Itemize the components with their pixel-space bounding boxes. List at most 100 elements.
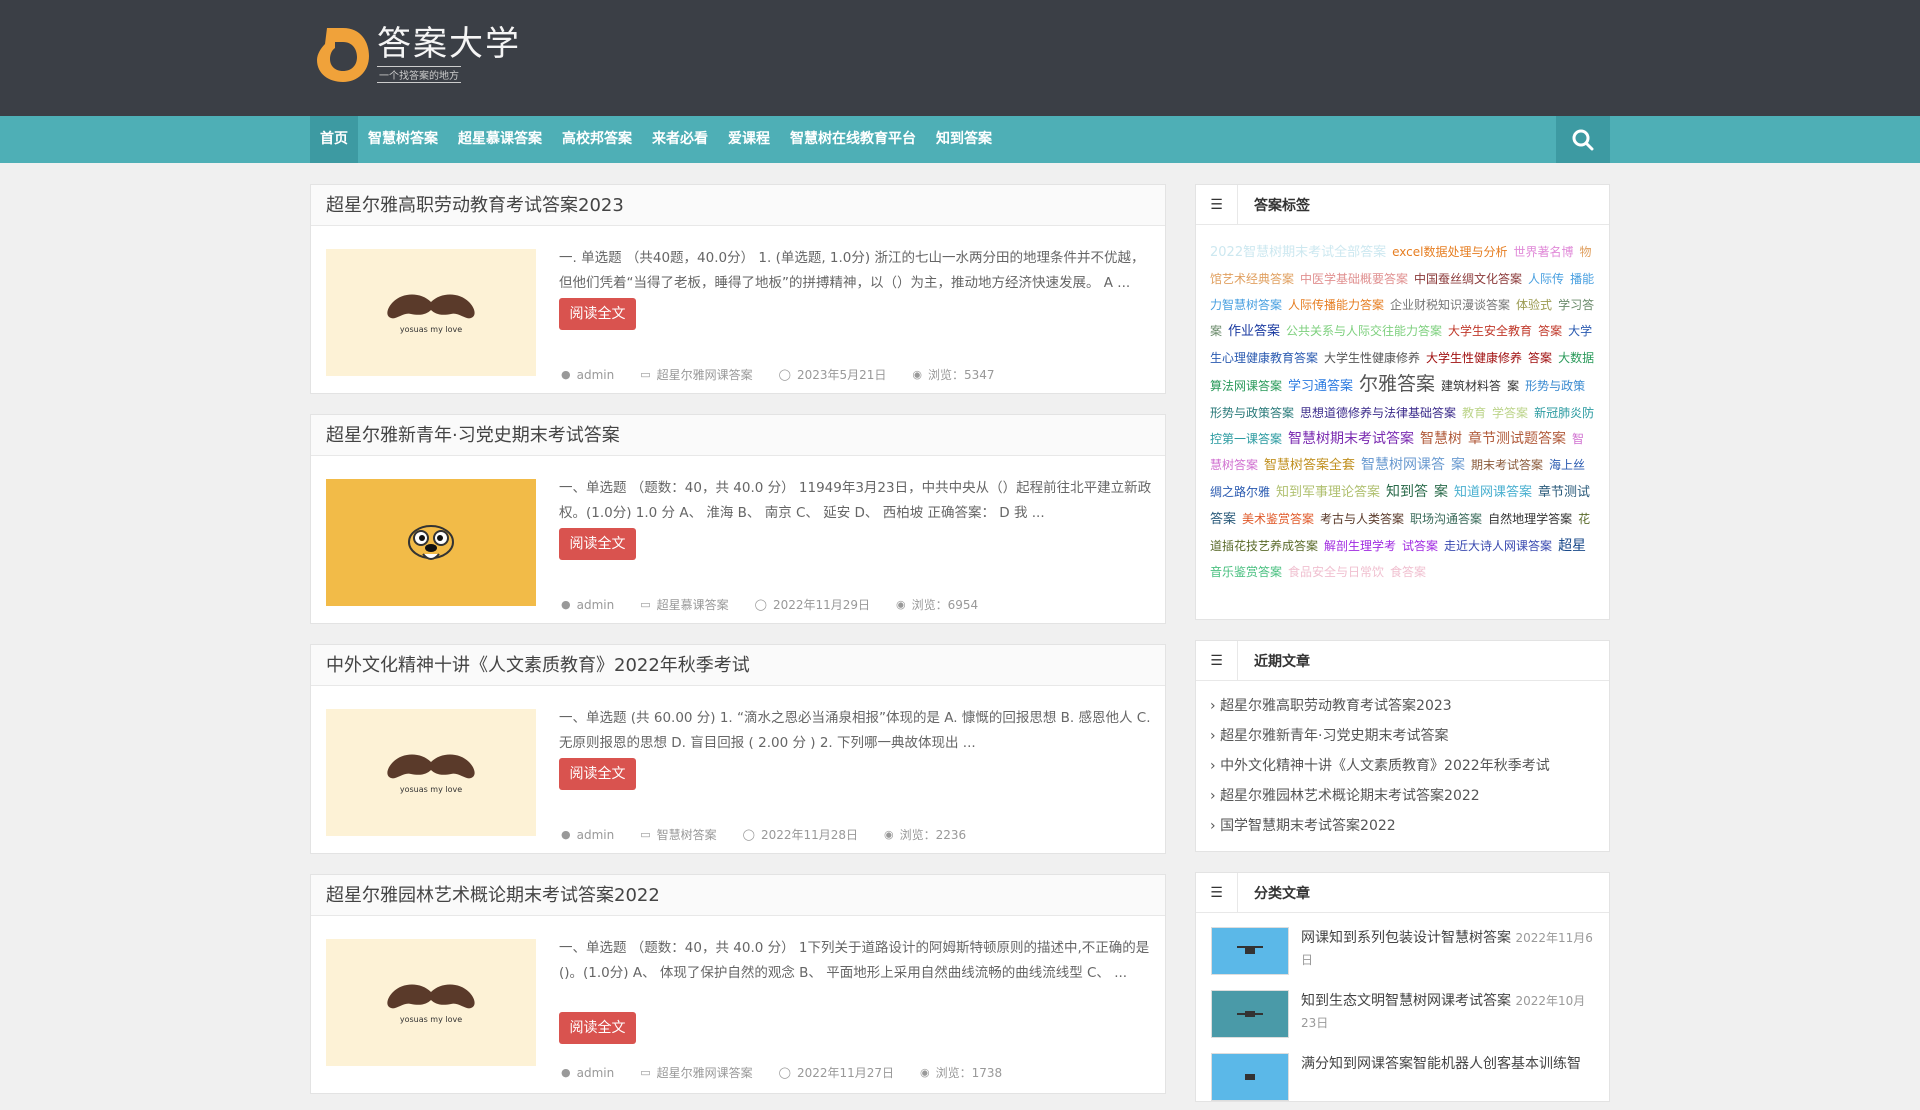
- tag-link[interactable]: 音乐鉴赏答案: [1210, 565, 1282, 579]
- category-post-thumbnail[interactable]: [1211, 927, 1289, 975]
- nav-item-home[interactable]: 首页: [310, 116, 358, 163]
- nav-item-zhihuishu-platform[interactable]: 智慧树在线教育平台: [780, 116, 926, 163]
- svg-text:yosuas my love: yosuas my love: [400, 325, 462, 334]
- tag-link[interactable]: 形势与政策: [1525, 379, 1585, 393]
- article-card: 超星尔雅高职劳动教育考试答案2023 yosuas my love 一. 单选题…: [310, 184, 1166, 394]
- tag-link[interactable]: 学习通答案: [1288, 379, 1353, 394]
- tag-link[interactable]: 智慧树答案全套: [1264, 458, 1355, 473]
- tag-link[interactable]: 2022智慧树期末考试全部答案: [1210, 245, 1386, 260]
- nav-item-must-read[interactable]: 来者必看: [642, 116, 718, 163]
- article-author[interactable]: admin: [577, 1066, 615, 1080]
- tag-link[interactable]: 建筑材料答: [1441, 379, 1501, 393]
- tag-link[interactable]: 自然地理学答案: [1488, 512, 1572, 526]
- nav-item-chaoxing[interactable]: 超星慕课答案: [448, 116, 552, 163]
- tag-link[interactable]: 案: [1434, 484, 1448, 500]
- tag-link[interactable]: 期末考试答案: [1471, 458, 1543, 472]
- recent-post-link[interactable]: › 超星尔雅新青年·习党史期末考试答案: [1210, 721, 1595, 751]
- recent-post-link[interactable]: › 超星尔雅高职劳动教育考试答案2023: [1210, 691, 1595, 721]
- tag-link[interactable]: 形势与政策答案: [1210, 406, 1294, 420]
- article-thumbnail[interactable]: yosuas my love: [326, 709, 536, 836]
- tag-link[interactable]: 美术鉴赏答案: [1242, 512, 1314, 526]
- tag-link[interactable]: 中国蚕丝绸文化答案: [1414, 272, 1522, 286]
- nav-item-aikecheng[interactable]: 爱课程: [718, 116, 780, 163]
- tag-link[interactable]: 解剖生理学考: [1324, 539, 1396, 553]
- tag-link[interactable]: 学答案: [1492, 406, 1528, 420]
- article-title[interactable]: 超星尔雅园林艺术概论期末考试答案2022: [311, 875, 1165, 916]
- tag-link[interactable]: 知到军事理论答案: [1276, 485, 1380, 500]
- article-author[interactable]: admin: [577, 598, 615, 612]
- article-meta: ● admin ▭ 智慧树答案 ◯ 2022年11月28日 ◉ 浏览：2236: [561, 826, 992, 843]
- user-icon: ●: [561, 1066, 571, 1079]
- svg-text:yosuas my love: yosuas my love: [400, 785, 462, 794]
- read-more-button[interactable]: 阅读全文: [559, 758, 636, 790]
- recent-post-link[interactable]: › 超星尔雅园林艺术概论期末考试答案2022: [1210, 781, 1595, 811]
- tag-link[interactable]: 知道网课答案: [1454, 485, 1532, 500]
- category-post-thumbnail[interactable]: [1211, 990, 1289, 1038]
- article-title[interactable]: 中外文化精神十讲《人文素质教育》2022年秋季考试: [311, 645, 1165, 686]
- tag-link[interactable]: 中医学基础概要答案: [1300, 272, 1408, 286]
- tag-link[interactable]: 食答案: [1390, 565, 1426, 579]
- tag-link[interactable]: excel数据处理与分析: [1392, 245, 1507, 259]
- tag-link[interactable]: 大学生性健康修养: [1324, 351, 1420, 365]
- article-author[interactable]: admin: [577, 368, 615, 382]
- tag-link[interactable]: 尔雅答案: [1359, 373, 1435, 395]
- tag-link[interactable]: 答案: [1528, 351, 1552, 365]
- tag-link[interactable]: 大学生安全教育: [1448, 324, 1532, 338]
- tag-link[interactable]: 考古与人类答案: [1320, 512, 1404, 526]
- tag-link[interactable]: 超星: [1558, 538, 1586, 554]
- tag-link[interactable]: 体验式: [1516, 298, 1552, 312]
- article-category[interactable]: 超星尔雅网课答案: [657, 1064, 753, 1081]
- category-post-item[interactable]: 知到生态文明智慧树网课考试答案 2022年10月23日: [1196, 984, 1609, 1047]
- search-button[interactable]: [1556, 116, 1610, 163]
- category-post-item[interactable]: 网课知到系列包装设计智慧树答案 2022年11月6日: [1196, 921, 1609, 984]
- category-post-title[interactable]: 网课知到系列包装设计智慧树答案: [1301, 930, 1511, 946]
- tag-link[interactable]: 智慧树期末考试答案: [1288, 431, 1414, 447]
- read-more-button[interactable]: 阅读全文: [559, 528, 636, 560]
- article-category[interactable]: 超星尔雅网课答案: [657, 366, 753, 383]
- tag-link[interactable]: 知到答: [1386, 484, 1428, 500]
- tag-link[interactable]: 教育: [1462, 406, 1486, 420]
- article-category[interactable]: 超星慕课答案: [657, 596, 729, 613]
- tag-link[interactable]: 走近大诗人网课答案: [1444, 539, 1552, 553]
- recent-post-link[interactable]: › 国学智慧期末考试答案2022: [1210, 811, 1595, 841]
- tag-link[interactable]: 答案: [1538, 324, 1562, 338]
- article-thumbnail[interactable]: yosuas my love: [326, 249, 536, 376]
- tag-link[interactable]: 职场沟通答案: [1410, 512, 1482, 526]
- tag-link[interactable]: 案: [1451, 457, 1465, 473]
- article-thumbnail[interactable]: yosuas my love: [326, 939, 536, 1066]
- eye-icon: ◉: [896, 598, 906, 611]
- tag-link[interactable]: 食品安全与日常饮: [1288, 565, 1384, 579]
- recent-post-link[interactable]: › 中外文化精神十讲《人文素质教育》2022年秋季考试: [1210, 751, 1595, 781]
- category-post-title[interactable]: 知到生态文明智慧树网课考试答案: [1301, 993, 1511, 1009]
- tag-link[interactable]: 公共关系与人际交往能力答案: [1286, 324, 1442, 338]
- tag-link[interactable]: 案: [1507, 379, 1519, 393]
- article-excerpt: 一、单选题 （题数：40，共 40.0 分） 1下列关于道路设计的阿姆斯特顿原则…: [559, 940, 1150, 981]
- category-post-title[interactable]: 满分知到网课答案智能机器人创客基本训练智: [1301, 1056, 1581, 1072]
- mustache-icon: yosuas my love: [387, 294, 475, 334]
- tag-link[interactable]: 企业财税知识漫谈答案: [1390, 298, 1510, 312]
- read-more-button[interactable]: 阅读全文: [559, 298, 636, 330]
- article-thumbnail[interactable]: [326, 479, 536, 606]
- tag-link[interactable]: 试答案: [1402, 539, 1438, 553]
- tag-link[interactable]: 人际传: [1528, 272, 1564, 286]
- eye-icon: ◉: [912, 368, 923, 381]
- tag-link[interactable]: 人际传播能力答案: [1288, 298, 1384, 312]
- tag-link[interactable]: 章节测试题答案: [1468, 431, 1566, 447]
- tag-link[interactable]: 思想道德修养与法律基础答案: [1300, 406, 1456, 420]
- tag-link[interactable]: 智慧树: [1420, 431, 1462, 447]
- tag-link[interactable]: 世界著名博: [1513, 245, 1573, 259]
- read-more-button[interactable]: 阅读全文: [559, 1012, 636, 1044]
- category-post-item[interactable]: 满分知到网课答案智能机器人创客基本训练智: [1196, 1047, 1609, 1110]
- article-category[interactable]: 智慧树答案: [657, 826, 717, 843]
- nav-item-zhidao[interactable]: 知到答案: [926, 116, 1002, 163]
- article-author[interactable]: admin: [577, 828, 615, 842]
- nav-item-gaoxiaobang[interactable]: 高校邦答案: [552, 116, 642, 163]
- tag-link[interactable]: 作业答案: [1228, 324, 1280, 339]
- article-title[interactable]: 超星尔雅高职劳动教育考试答案2023: [311, 185, 1165, 226]
- tag-link[interactable]: 智慧树网课答: [1361, 457, 1445, 473]
- site-logo[interactable]: 答案大学 一个找答案的地方: [313, 22, 521, 84]
- category-post-thumbnail[interactable]: [1211, 1053, 1289, 1101]
- nav-item-zhihuishu[interactable]: 智慧树答案: [358, 116, 448, 163]
- tag-link[interactable]: 大学生性健康修养: [1426, 351, 1522, 365]
- article-title[interactable]: 超星尔雅新青年·习党史期末考试答案: [311, 415, 1165, 456]
